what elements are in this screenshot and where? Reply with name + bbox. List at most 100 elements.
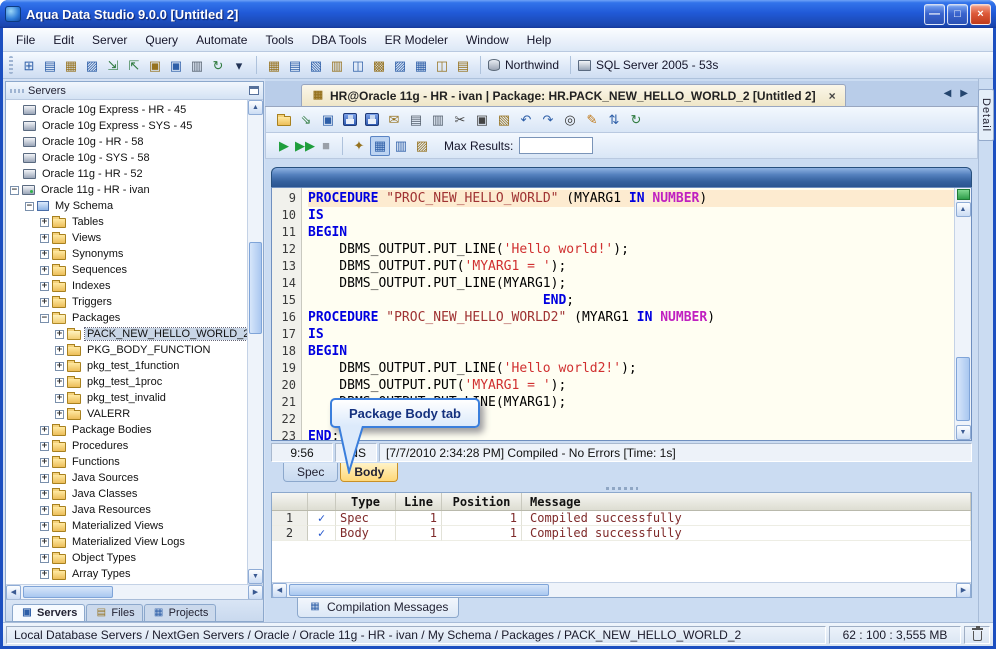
tree-item[interactable]: +Java Classes [6,486,247,502]
tree-item[interactable]: +Java Resources [6,502,247,518]
scroll-down-icon[interactable]: ▼ [248,569,263,584]
tree-item[interactable]: +pkg_test_1function [6,358,247,374]
email-icon[interactable]: ✉ [384,110,404,130]
detail-tab[interactable]: Detail [978,89,994,141]
import-file-icon[interactable]: ⇘ [296,110,316,130]
menu-item-dba-tools[interactable]: DBA Tools [302,30,375,50]
menu-item-window[interactable]: Window [457,30,518,50]
tree-expander-icon[interactable]: + [40,426,49,435]
tree-expander-icon[interactable]: + [55,410,64,419]
sort-icon[interactable]: ⇅ [604,110,624,130]
tree-item[interactable]: +Functions [6,454,247,470]
window-merge-icon[interactable]: ◫ [432,55,452,75]
sidebar-tab-files[interactable]: ▤Files [86,604,142,621]
window-export-icon[interactable]: ▤ [453,55,473,75]
tree-expander-icon[interactable]: + [40,282,49,291]
server-properties-icon[interactable]: ▤ [40,55,60,75]
scroll-track[interactable] [21,585,248,599]
new-window-icon[interactable]: ▣ [318,110,338,130]
tree-horizontal-scrollbar[interactable]: ◀ ▶ [6,584,263,599]
copy-icon[interactable]: ▣ [472,110,492,130]
stop-icon[interactable]: ■ [316,136,336,156]
toolbar-grip[interactable] [9,56,13,74]
tree-item[interactable]: −My Schema [6,198,247,214]
tree-expander-icon[interactable]: + [55,362,64,371]
tree-item[interactable]: +Package Bodies [6,422,247,438]
register-server-icon[interactable]: ⊞ [19,55,39,75]
tab-scroll-right-icon[interactable]: ▶ [960,88,968,99]
text-results-icon[interactable]: ▥ [391,136,411,156]
window-split-icon[interactable]: ◫ [348,55,368,75]
undo-icon[interactable]: ↶ [516,110,536,130]
message-row[interactable]: 1✓Spec11Compiled successfully [272,511,971,526]
menu-item-server[interactable]: Server [83,30,136,50]
tree-item[interactable]: Oracle 10g Express - HR - 45 [6,102,247,118]
title-bar[interactable]: Aqua Data Studio 9.0.0 [Untitled 2] — □ … [0,0,996,28]
tree-item[interactable]: Oracle 10g Express - SYS - 45 [6,118,247,134]
menu-item-automate[interactable]: Automate [187,30,256,50]
message-row[interactable]: 2✓Body11Compiled successfully [272,526,971,541]
tree-expander-icon[interactable]: + [40,442,49,451]
tree-item[interactable]: +pkg_test_invalid [6,390,247,406]
tree-item[interactable]: +PKG_BODY_FUNCTION [6,342,247,358]
tree-expander-icon[interactable]: + [40,234,49,243]
tree-expander-icon[interactable]: + [40,570,49,579]
tree-item[interactable]: +Views [6,230,247,246]
execute-icon[interactable]: ▶ [274,136,294,156]
cut-icon[interactable]: ✂ [450,110,470,130]
collapsed-results-bar[interactable] [271,167,972,187]
query-analyzer-icon[interactable]: ▨ [82,55,102,75]
panel-splitter[interactable] [269,484,974,492]
tree-item[interactable]: −Packages [6,310,247,326]
sidebar-tab-servers[interactable]: ▣Servers [12,604,85,621]
execute-script-icon[interactable]: ▶▶ [295,136,315,156]
scroll-right-icon[interactable]: ▶ [956,583,971,598]
menu-item-help[interactable]: Help [518,30,561,50]
scroll-down-icon[interactable]: ▼ [956,425,971,440]
tree-item[interactable]: +Java Sources [6,470,247,486]
menu-item-edit[interactable]: Edit [44,30,83,50]
tree-item[interactable]: +Array Types [6,566,247,582]
messages-horizontal-scrollbar[interactable]: ◀ ▶ [272,582,971,597]
redo-icon[interactable]: ↷ [538,110,558,130]
menu-item-er-modeler[interactable]: ER Modeler [376,30,457,50]
tree-item[interactable]: Oracle 10g - SYS - 58 [6,150,247,166]
tree-expander-icon[interactable]: + [55,378,64,387]
scroll-up-icon[interactable]: ▲ [956,202,971,217]
grid-results-icon[interactable]: ▦ [370,136,390,156]
tree-item[interactable]: +Sequences [6,262,247,278]
trash-icon[interactable] [973,631,982,641]
tree-expander-icon[interactable]: + [40,266,49,275]
window-freeze-icon[interactable]: ▦ [411,55,431,75]
document-tab[interactable]: ▦ HR@Oracle 11g - HR - ivan | Package: H… [301,84,846,106]
tree-expander-icon[interactable]: + [40,474,49,483]
tree-item[interactable]: +Triggers [6,294,247,310]
window-text-icon[interactable]: ▥ [327,55,347,75]
tree-expander-icon[interactable]: + [40,298,49,307]
tree-expander-icon[interactable]: + [40,218,49,227]
tree-item[interactable]: Oracle 11g - HR - 52 [6,166,247,182]
tree-item[interactable]: +PACK_NEW_HELLO_WORLD_2 [6,326,247,342]
tree-expander-icon[interactable]: + [55,330,64,339]
tree-expander-icon[interactable]: + [40,506,49,515]
tree-item[interactable]: +Synonyms [6,246,247,262]
tree-item[interactable]: +pkg_test_1proc [6,374,247,390]
tree-item[interactable]: +Materialized View Logs [6,534,247,550]
tree-item[interactable]: +Object Types [6,550,247,566]
scroll-left-icon[interactable]: ◀ [272,583,287,598]
open-folder-icon[interactable] [274,110,294,130]
history-icon[interactable]: ↻ [208,55,228,75]
import-tool-icon[interactable]: ⇲ [103,55,123,75]
scroll-thumb[interactable] [23,586,113,598]
editor-vertical-scrollbar[interactable]: ▲ ▼ [954,188,971,440]
file-results-icon[interactable]: ▨ [412,136,432,156]
scroll-up-icon[interactable]: ▲ [248,100,263,115]
tree-expander-icon[interactable]: + [40,554,49,563]
sidebar-tab-projects[interactable]: ▦Projects [144,604,217,621]
tree-item[interactable]: +Tables [6,214,247,230]
scroll-track[interactable] [287,583,956,597]
scroll-track[interactable] [955,217,971,425]
refresh-icon[interactable]: ↻ [626,110,646,130]
scroll-track[interactable] [248,115,263,569]
menu-item-tools[interactable]: Tools [256,30,302,50]
